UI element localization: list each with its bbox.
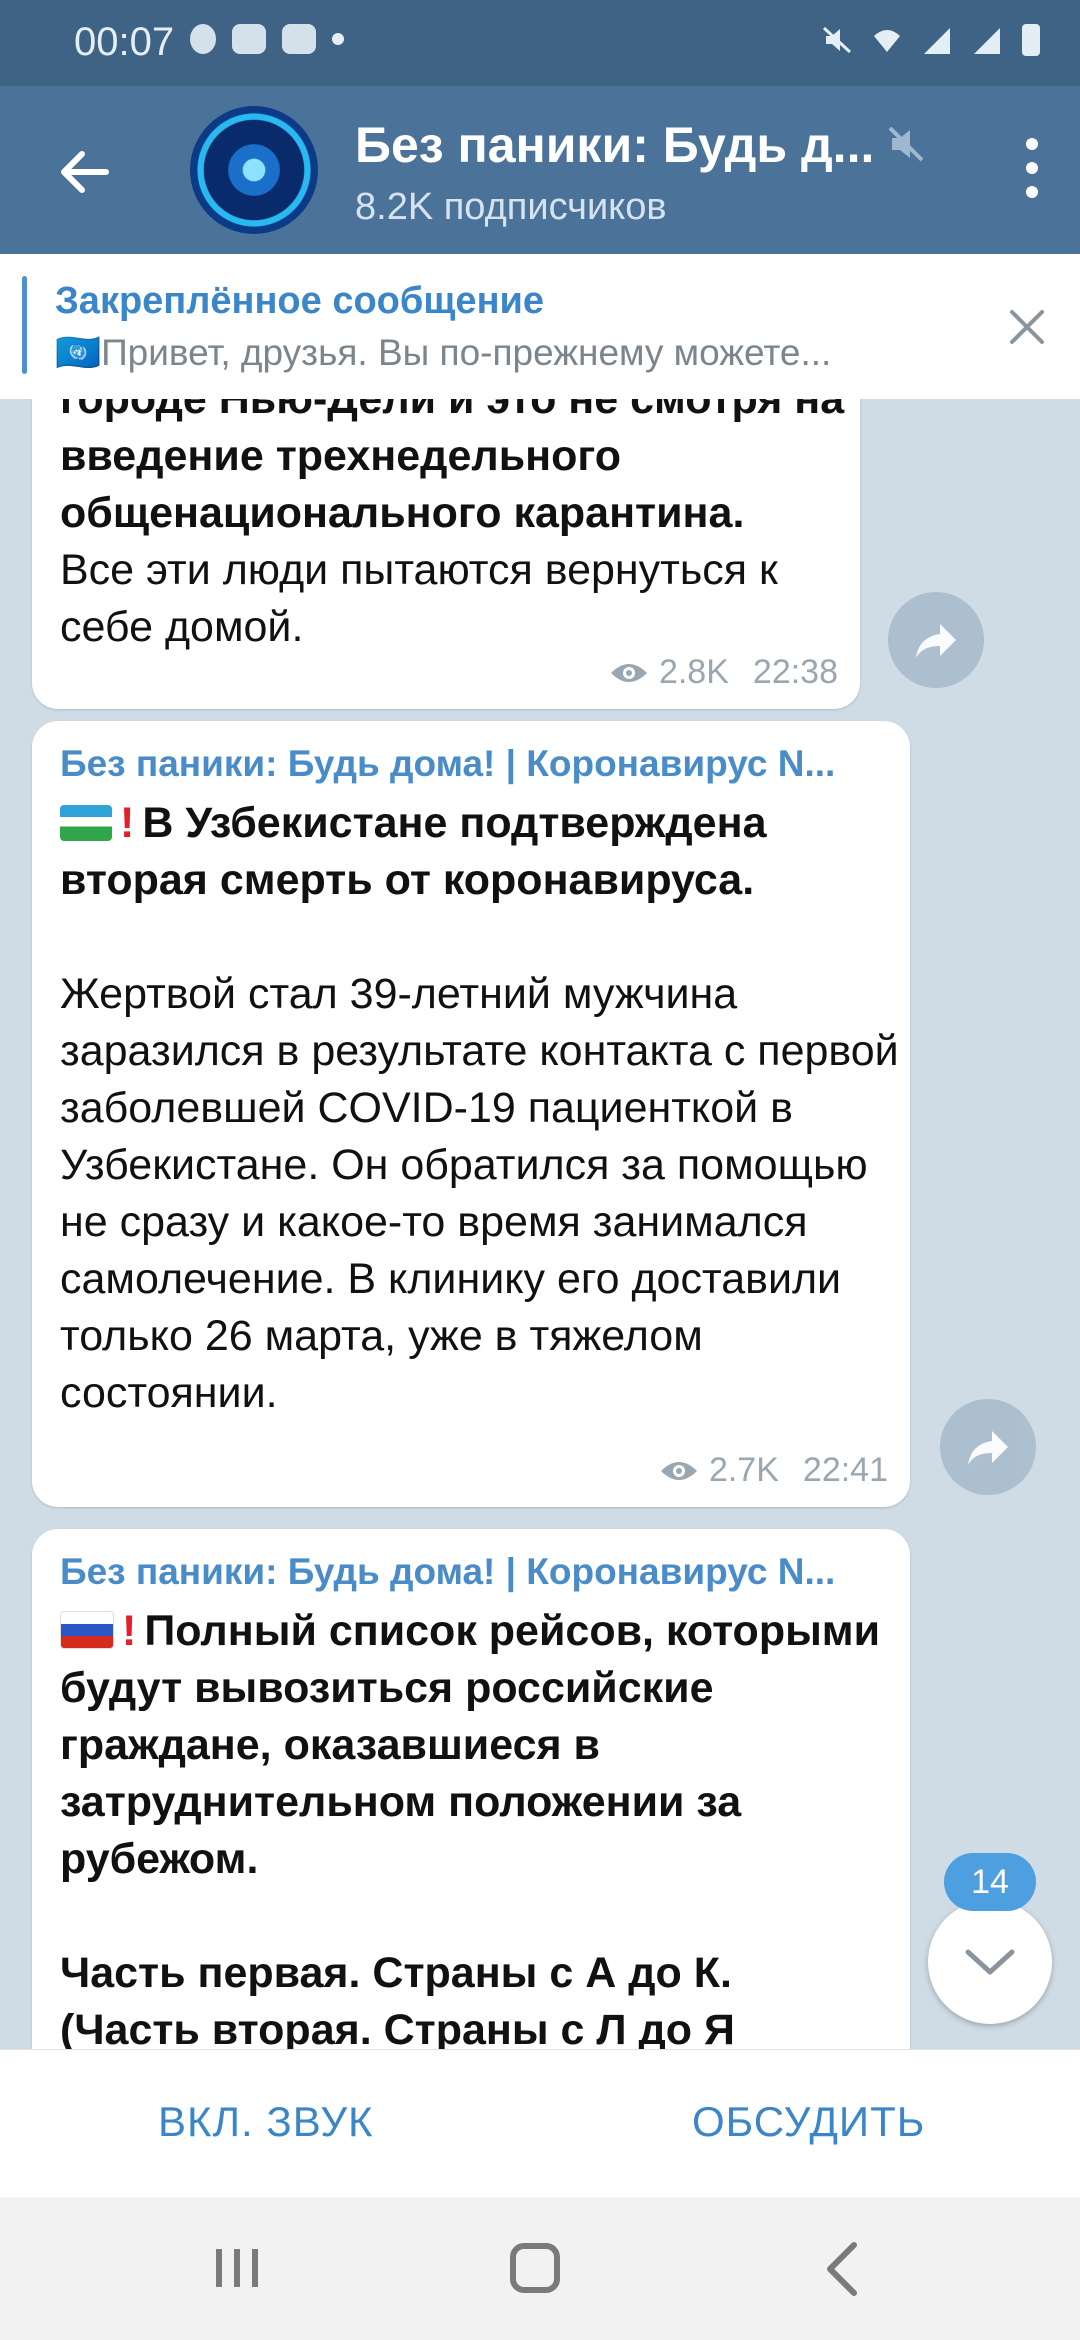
message-list[interactable]: городе Нью-Дели и это не смотря на введе… xyxy=(0,399,1080,2049)
unread-count-badge: 14 xyxy=(944,1853,1036,1911)
eye-icon xyxy=(660,1461,697,1480)
chevron-down-icon xyxy=(965,1949,1015,1975)
message-body: Все эти люди пытаются вернуться к себе д… xyxy=(60,546,778,651)
message-bubble[interactable]: Без паники: Будь дома! | Коронавирус N..… xyxy=(32,1529,910,2049)
message-meta: 2.7K 22:41 xyxy=(659,1451,888,1490)
signal-icon xyxy=(924,28,950,54)
close-icon[interactable] xyxy=(1004,304,1050,350)
recents-icon[interactable] xyxy=(212,2247,262,2289)
status-time: 00:07 xyxy=(74,20,175,64)
nav-back-icon[interactable] xyxy=(822,2241,862,2297)
message-bubble[interactable]: Без паники: Будь дома! | Коронавирус N..… xyxy=(32,721,910,1507)
unmute-button[interactable]: ВКЛ. ЗВУК xyxy=(158,2098,374,2146)
message-headline: Полный список рейсов, которыми будут выв… xyxy=(60,1607,881,1883)
bottom-action-bar: ВКЛ. ЗВУК ОБСУДИТЬ xyxy=(0,2049,1080,2198)
subscriber-count: 8.2K подписчиков xyxy=(355,186,667,228)
pinned-text: 🇺🇳Привет, друзья. Вы по-прежнему можете.… xyxy=(55,332,832,373)
notification-icons xyxy=(190,24,344,54)
back-arrow-icon[interactable] xyxy=(52,140,116,204)
eye-icon xyxy=(610,663,647,682)
message-author[interactable]: Без паники: Будь дома! | Коронавирус N..… xyxy=(60,1551,890,1593)
exclamation-icon: ! xyxy=(120,799,135,847)
message-meta: 2.8K 22:38 xyxy=(609,653,838,692)
notification-app-icon xyxy=(190,24,216,54)
share-button[interactable] xyxy=(888,592,984,688)
kebab-menu-icon[interactable] xyxy=(1020,138,1044,202)
message-time: 22:41 xyxy=(802,1451,888,1489)
system-nav-bar xyxy=(0,2197,1080,2340)
message-part-2: (Часть вторая. Страны с Л до Я xyxy=(60,2006,735,2049)
share-button[interactable] xyxy=(940,1399,1036,1495)
message-part: Часть первая. Страны с А до К. xyxy=(60,1949,732,1997)
battery-icon xyxy=(1022,24,1040,56)
pinned-title: Закреплённое сообщение xyxy=(55,280,545,322)
message-text: городе Нью-Дели и это не смотря на введе… xyxy=(60,399,860,656)
russia-flag-icon xyxy=(60,1611,114,1649)
message-author[interactable]: Без паники: Будь дома! | Коронавирус N..… xyxy=(60,743,890,785)
message-body: Жертвой стал 39-летний мужчина заразился… xyxy=(60,970,899,1417)
discuss-button[interactable]: ОБСУДИТЬ xyxy=(692,2098,925,2146)
youtube-icon xyxy=(232,24,266,54)
channel-title[interactable]: Без паники: Будь д... xyxy=(355,116,874,174)
youtube-icon xyxy=(282,24,316,54)
share-icon xyxy=(916,624,956,658)
wifi-icon xyxy=(874,30,900,52)
channel-header: Без паники: Будь д... 8.2K подписчиков xyxy=(0,86,1080,254)
channel-avatar[interactable] xyxy=(190,106,318,234)
pinned-message[interactable]: Закреплённое сообщение 🇺🇳Привет, друзья.… xyxy=(0,254,1080,401)
scroll-down-button[interactable] xyxy=(928,1900,1052,2024)
status-bar: 00:07 xyxy=(0,0,1080,86)
exclamation-icon: ! xyxy=(122,1607,137,1655)
share-icon xyxy=(968,1431,1008,1465)
mute-icon xyxy=(888,126,924,162)
signal-icon xyxy=(974,28,1000,54)
system-icons xyxy=(822,24,1040,56)
message-text: ! В Узбекистане подтверждена вторая смерт… xyxy=(60,795,900,1422)
home-icon[interactable] xyxy=(510,2243,560,2293)
pinned-accent-bar xyxy=(22,276,27,374)
view-count: 2.7K xyxy=(708,1451,779,1489)
silent-mode-icon xyxy=(822,26,852,54)
view-count: 2.8K xyxy=(658,653,729,691)
message-time: 22:38 xyxy=(752,653,838,691)
uzbekistan-flag-icon xyxy=(60,805,112,841)
more-notifications-icon xyxy=(332,33,344,45)
message-bold-text: городе Нью-Дели и это не смотря на введе… xyxy=(60,399,845,537)
message-bubble[interactable]: городе Нью-Дели и это не смотря на введе… xyxy=(32,399,860,709)
message-text: ! Полный список рейсов, которыми будут вы… xyxy=(60,1603,900,2049)
message-headline: В Узбекистане подтверждена вторая смерть… xyxy=(60,799,767,904)
